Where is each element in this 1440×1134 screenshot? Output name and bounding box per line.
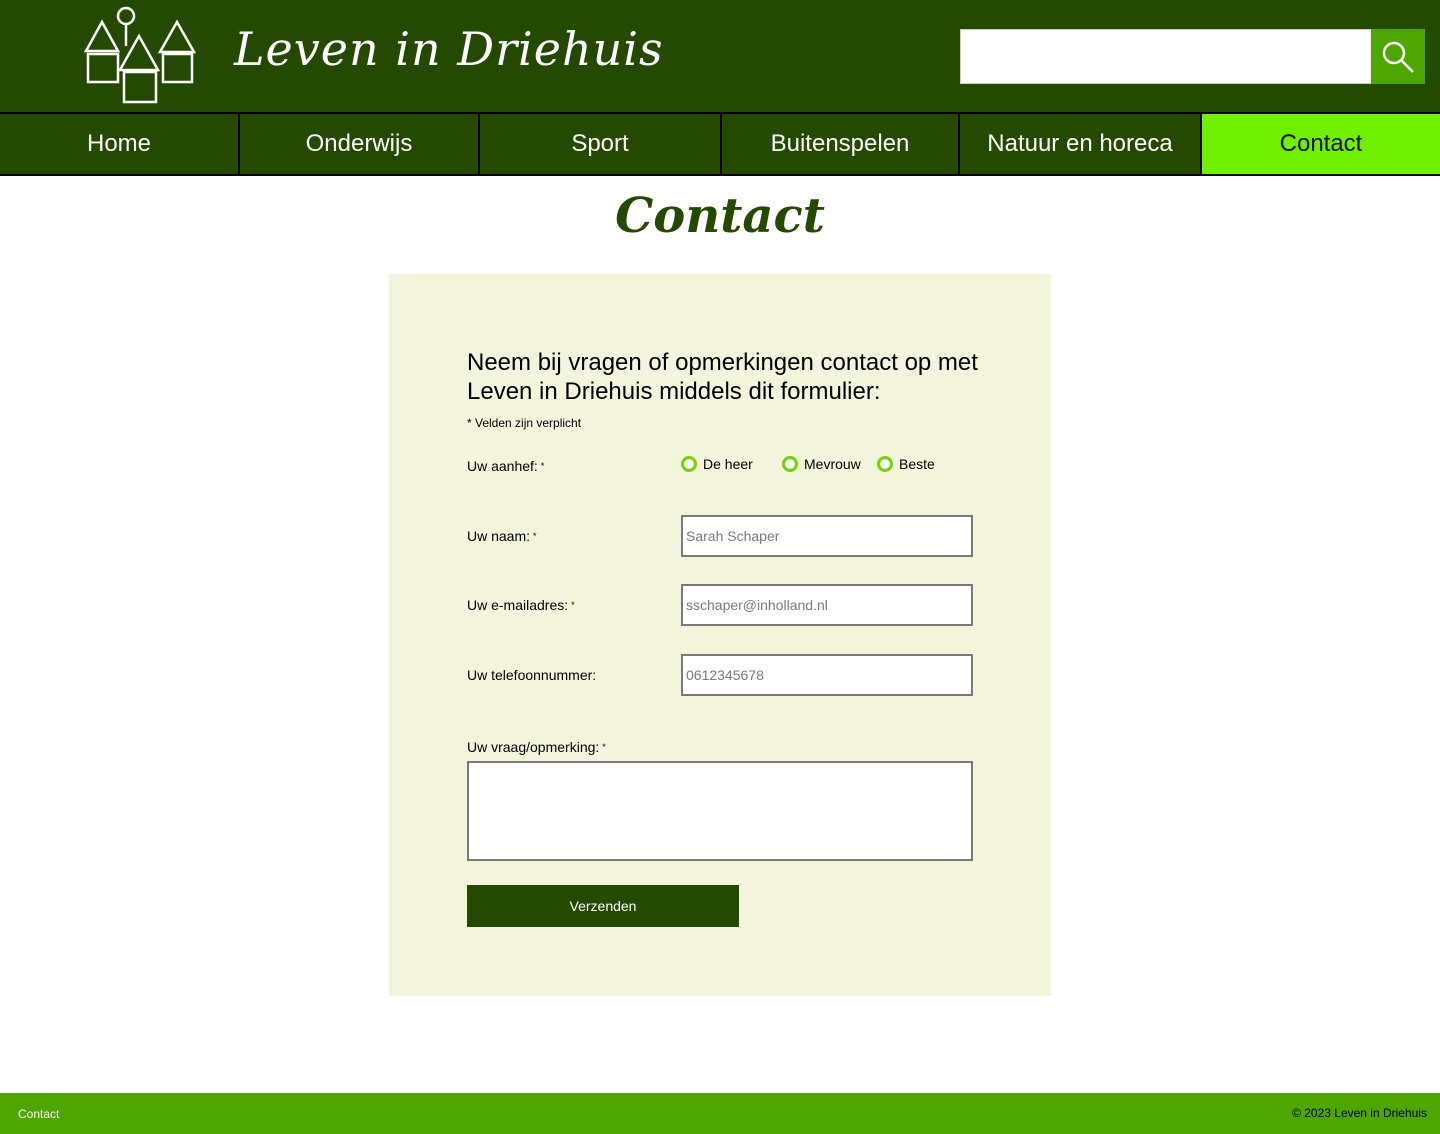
radio-mevrouw[interactable]: Mevrouw: [782, 456, 861, 472]
name-field[interactable]: Sarah Schaper: [681, 515, 973, 557]
nav-item-home[interactable]: Home: [0, 114, 240, 174]
site-title[interactable]: Leven in Driehuis: [234, 22, 664, 76]
name-label: Uw naam: *: [467, 528, 537, 544]
salutation-label-text: Uw aanhef:: [467, 458, 538, 474]
phone-label: Uw telefoonnummer:: [467, 667, 596, 683]
salutation-label: Uw aanhef: *: [467, 458, 544, 474]
search-button[interactable]: [1371, 29, 1425, 84]
form-intro: Neem bij vragen of opmerkingen contact o…: [467, 349, 978, 405]
name-placeholder: Sarah Schaper: [686, 528, 780, 544]
message-label-text: Uw vraag/opmerking:: [467, 739, 600, 755]
site-footer: Contact © 2023 Leven in Driehuis: [0, 1093, 1440, 1134]
phone-field[interactable]: 0612345678: [681, 654, 973, 696]
submit-button[interactable]: Verzenden: [467, 885, 739, 927]
required-marker: *: [533, 531, 537, 541]
contact-form: Neem bij vragen of opmerkingen contact o…: [389, 274, 1051, 996]
message-label: Uw vraag/opmerking: *: [467, 739, 606, 755]
footer-copyright: © 2023 Leven in Driehuis: [1292, 1106, 1427, 1120]
email-field[interactable]: sschaper@inholland.nl: [681, 584, 973, 626]
radio-label: De heer: [703, 456, 753, 472]
nav-item-onderwijs[interactable]: Onderwijs: [240, 114, 480, 174]
radio-label: Mevrouw: [804, 456, 861, 472]
page-title: Contact: [615, 188, 825, 244]
site-header: Leven in Driehuis: [0, 0, 1440, 112]
radio-circle-icon[interactable]: [782, 456, 798, 472]
message-textarea[interactable]: [467, 761, 973, 861]
footer-contact-link[interactable]: Contact: [18, 1107, 59, 1121]
search-input[interactable]: [960, 29, 1372, 84]
search-icon: [1382, 41, 1414, 73]
nav-item-contact[interactable]: Contact: [1202, 114, 1440, 174]
houses-logo-icon[interactable]: [82, 6, 198, 106]
email-label: Uw e-mailadres: *: [467, 597, 575, 613]
nav-item-natuur-en-horeca[interactable]: Natuur en horeca: [960, 114, 1202, 174]
radio-de-heer[interactable]: De heer: [681, 456, 753, 472]
nav-item-sport[interactable]: Sport: [480, 114, 722, 174]
radio-circle-icon[interactable]: [877, 456, 893, 472]
required-marker: *: [571, 600, 575, 610]
required-marker: *: [602, 742, 606, 752]
email-label-text: Uw e-mailadres:: [467, 597, 569, 613]
radio-circle-icon[interactable]: [681, 456, 697, 472]
main-nav: Home Onderwijs Sport Buitenspelen Natuur…: [0, 112, 1440, 176]
name-label-text: Uw naam:: [467, 528, 531, 544]
phone-placeholder: 0612345678: [686, 667, 764, 683]
email-placeholder: sschaper@inholland.nl: [686, 597, 828, 613]
nav-item-buitenspelen[interactable]: Buitenspelen: [722, 114, 960, 174]
required-marker: *: [540, 461, 545, 471]
radio-label: Beste: [899, 456, 935, 472]
phone-label-text: Uw telefoonnummer:: [467, 667, 597, 683]
radio-beste[interactable]: Beste: [877, 456, 935, 472]
required-note: * Velden zijn verplicht: [467, 416, 582, 430]
